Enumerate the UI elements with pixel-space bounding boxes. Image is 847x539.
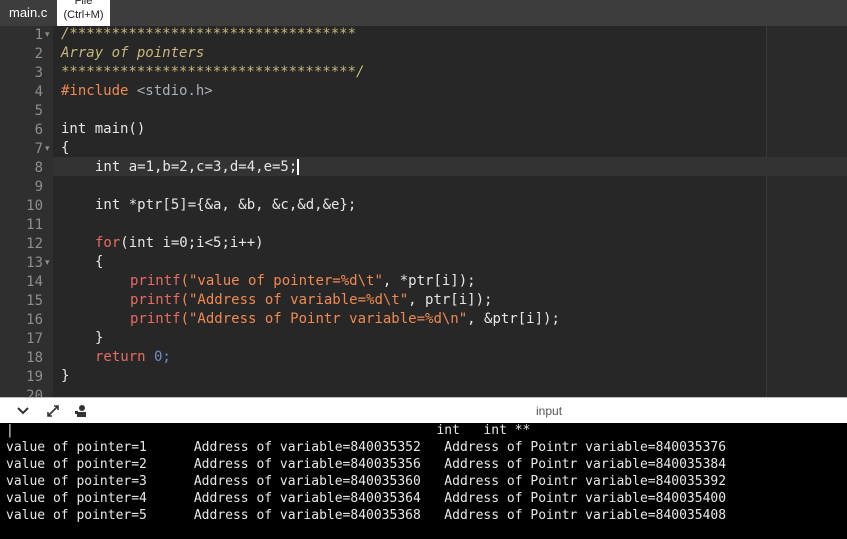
- code-line-6: int main(): [61, 121, 146, 137]
- include-directive: #include: [61, 83, 129, 99]
- print-margin: [766, 26, 767, 397]
- line-number: 17: [26, 331, 43, 347]
- code-line-10: int *ptr[5]={&a, &b, &c,&d,&e};: [95, 197, 357, 213]
- line-number: 9: [34, 179, 43, 195]
- line-number: 12: [26, 236, 43, 252]
- format-string: ("Address of variable=%d\t": [180, 292, 409, 308]
- line-number: 1: [34, 27, 43, 43]
- top-bar: main.c File (Ctrl+M): [0, 0, 847, 26]
- line-number: 6: [34, 122, 43, 138]
- chevron-down-icon[interactable]: [16, 404, 30, 418]
- code-line-2: Array of pointers: [61, 45, 205, 61]
- code-line-15: printf("Address of variable=%d\t", ptr[i…: [130, 292, 492, 311]
- line-number: 14: [26, 274, 43, 290]
- code-line-18: return 0;: [95, 349, 171, 368]
- code-line-4: #include <stdio.h>: [61, 83, 213, 102]
- io-panel-toolbar: input: [0, 397, 847, 424]
- line-number: 11: [26, 217, 43, 233]
- console-row: value of pointer=3 Address of variable=8…: [6, 474, 727, 489]
- line-number: 3: [34, 65, 43, 81]
- line-number: 20: [26, 388, 43, 397]
- line-number: 18: [26, 350, 43, 366]
- expand-icon[interactable]: [46, 404, 60, 418]
- line-number: 2: [34, 46, 43, 62]
- fold-arrow-icon[interactable]: ▾: [45, 254, 50, 273]
- tab-main-c[interactable]: main.c: [9, 5, 47, 21]
- code-line-12: for(int i=0;i<5;i++): [95, 235, 264, 254]
- format-string: ("value of pointer=%d\t": [180, 273, 383, 289]
- line-number: 7: [34, 141, 43, 157]
- fold-arrow-icon[interactable]: ▾: [45, 26, 50, 45]
- line-number: 13: [26, 255, 43, 271]
- panel-title: input: [536, 404, 563, 418]
- line-number: 16: [26, 312, 43, 328]
- call-args: , &ptr[i]);: [467, 311, 560, 327]
- output-console[interactable]: | int int ** value of pointer=1 Address …: [0, 423, 847, 539]
- code-editor[interactable]: 1 2 3 4 5 6 7 8 9 10 11 12 13 14 15 16 17 18 19 20 ▾ ▾ ▾ /*…: [0, 26, 847, 397]
- for-keyword: for: [95, 235, 121, 251]
- code-line-16: printf("Address of Pointr variable=%d\n"…: [130, 311, 560, 330]
- text-cursor: [297, 159, 300, 175]
- call-args: , ptr[i]);: [408, 292, 493, 308]
- line-number: 4: [34, 84, 43, 100]
- printf-call: printf: [130, 311, 181, 327]
- console-row: value of pointer=1 Address of variable=8…: [6, 440, 727, 455]
- console-header-line: | int int **: [6, 423, 531, 438]
- console-row: value of pointer=4 Address of variable=8…: [6, 491, 727, 506]
- line-number: 5: [34, 103, 43, 119]
- call-args: , *ptr[i]);: [382, 273, 476, 289]
- return-value: 0;: [145, 349, 171, 365]
- fold-arrow-icon[interactable]: ▾: [45, 140, 50, 159]
- file-menu-label: File: [74, 0, 93, 7]
- code-line-13: {: [95, 254, 104, 270]
- code-line-7: {: [61, 140, 70, 156]
- code-line-1: /**********************************: [61, 26, 357, 42]
- code-line-19: }: [61, 368, 70, 384]
- code-line-3: ***********************************/: [61, 64, 365, 80]
- format-string: ("Address of Pointr variable=%d\n": [180, 311, 468, 327]
- file-menu-shortcut: (Ctrl+M): [63, 9, 104, 21]
- line-number: 8: [34, 160, 43, 176]
- include-header: <stdio.h>: [136, 83, 213, 99]
- line-number: 19: [26, 369, 43, 385]
- console-row: value of pointer=5 Address of variable=8…: [6, 508, 727, 523]
- printf-call: printf: [130, 273, 181, 289]
- code-line-17: }: [95, 330, 104, 346]
- line-number: 15: [26, 293, 43, 309]
- printf-call: printf: [130, 292, 181, 308]
- console-row: value of pointer=2 Address of variable=8…: [6, 457, 727, 472]
- for-clause: (int i=0;i<5;i++): [120, 235, 264, 251]
- settings-icon[interactable]: [74, 404, 88, 418]
- code-line-8-text: int a=1,b=2,c=3,d=4,e=5;: [95, 159, 298, 175]
- line-number: 10: [26, 198, 43, 214]
- return-keyword: return: [95, 349, 146, 365]
- code-line-8: int a=1,b=2,c=3,d=4,e=5;: [95, 159, 300, 178]
- code-line-14: printf("value of pointer=%d\t", *ptr[i])…: [130, 273, 476, 292]
- file-menu-button[interactable]: File (Ctrl+M): [57, 0, 110, 26]
